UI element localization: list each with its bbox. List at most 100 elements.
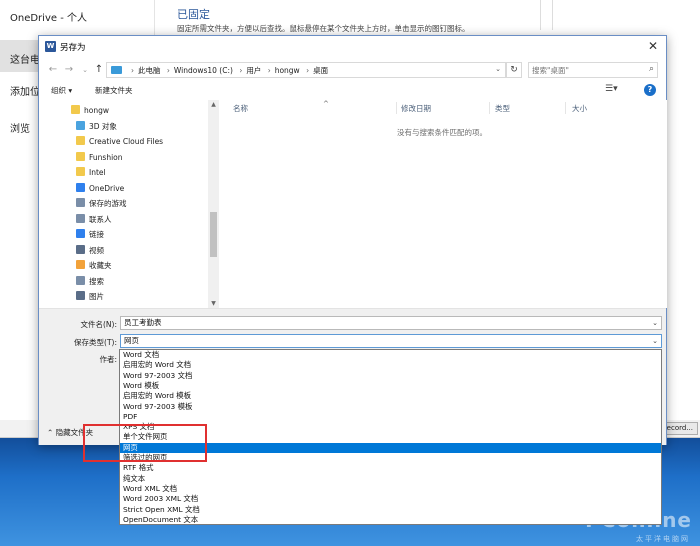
close-button[interactable]: ✕ bbox=[646, 39, 660, 53]
scrollbar-thumb[interactable] bbox=[210, 212, 217, 257]
recent-locations-button[interactable]: ⌄ bbox=[79, 63, 91, 77]
divider bbox=[540, 0, 541, 30]
author-label: 作者: bbox=[99, 355, 117, 364]
dialog-titlebar[interactable]: W 另存为 ✕ bbox=[39, 36, 666, 58]
scroll-down-icon[interactable]: ▼ bbox=[209, 300, 218, 307]
filetype-option[interactable]: PDF bbox=[120, 412, 661, 422]
nav-scrollbar[interactable]: ▲ ▼ bbox=[208, 100, 219, 308]
new-folder-button[interactable]: 新建文件夹 bbox=[95, 85, 133, 96]
nav-item-label: Intel bbox=[89, 168, 106, 177]
arrow-left-icon: ← bbox=[48, 64, 58, 75]
refresh-button[interactable]: ↻ bbox=[506, 62, 522, 78]
filetype-option[interactable]: 筛选过的网页 bbox=[120, 453, 661, 463]
filetype-option[interactable]: 启用宏的 Word 文档 bbox=[120, 360, 661, 370]
breadcrumb-users[interactable]: 用户 bbox=[246, 66, 261, 75]
breadcrumb-drive[interactable]: Windows10 (C:) bbox=[174, 66, 233, 75]
nav-item[interactable]: 搜索 bbox=[76, 275, 104, 290]
backstage-this-pc[interactable]: 这台电 bbox=[10, 51, 40, 66]
watermark-subtitle: 太平洋电脑网 bbox=[636, 535, 690, 543]
back-button[interactable]: ← bbox=[47, 63, 59, 77]
filename-label: 文件名(N): bbox=[80, 320, 118, 329]
folder-icon bbox=[76, 291, 85, 300]
empty-message: 没有与搜索条件匹配的项。 bbox=[397, 128, 487, 137]
filetype-option[interactable]: OpenDocument 文本 bbox=[120, 515, 661, 525]
filetype-option[interactable]: Word 文档 bbox=[120, 350, 661, 360]
nav-item-label: Funshion bbox=[89, 152, 123, 162]
breadcrumb-user[interactable]: hongw bbox=[275, 66, 300, 75]
filetype-option[interactable]: Word 97-2003 模板 bbox=[120, 402, 661, 412]
filetype-select[interactable]: 网页 ⌄ bbox=[120, 334, 662, 348]
nav-item[interactable]: 保存的游戏 bbox=[76, 198, 127, 212]
nav-item[interactable]: 收藏夹 bbox=[76, 260, 112, 274]
folder-icon bbox=[76, 151, 85, 161]
hide-folders-button[interactable]: ⌃ 隐藏文件夹 bbox=[47, 427, 93, 438]
filetype-option[interactable]: Word 97-2003 文档 bbox=[120, 371, 661, 381]
filetype-option[interactable]: 纯文本 bbox=[120, 474, 661, 484]
filetype-value: 网页 bbox=[124, 336, 139, 345]
navigation-pane: hongw 3D 对象 Creative Cloud Files Funshion In… bbox=[39, 100, 219, 308]
nav-item[interactable]: 3D 对象 bbox=[76, 120, 117, 135]
chevron-down-icon[interactable]: ⌄ bbox=[652, 317, 658, 329]
address-bar-row: ← → ⌄ ↑ › 此电脑 › Windows10 (C:) › 用户 › hongw … bbox=[39, 60, 666, 80]
column-type[interactable]: 类型 bbox=[495, 103, 510, 114]
chevron-down-icon[interactable]: ⌄ bbox=[495, 65, 501, 73]
column-divider bbox=[489, 102, 490, 114]
nav-item-label: 保存的游戏 bbox=[89, 199, 127, 208]
column-name[interactable]: 名称 ^ bbox=[233, 100, 329, 114]
help-icon[interactable]: ? bbox=[644, 84, 656, 96]
nav-item[interactable]: 链接 bbox=[76, 229, 104, 243]
nav-item-label: OneDrive bbox=[89, 183, 125, 193]
filetype-option[interactable]: 网页 bbox=[120, 442, 661, 454]
column-modified[interactable]: 修改日期 bbox=[401, 103, 431, 114]
filetype-option[interactable]: XPS 文档 bbox=[120, 422, 661, 432]
filename-field[interactable]: 员工考勤表 ⌄ bbox=[120, 316, 662, 330]
folder-icon bbox=[71, 105, 80, 114]
backstage-onedrive[interactable]: OneDrive - 个人 bbox=[10, 9, 87, 24]
search-box[interactable]: ⌕ bbox=[528, 62, 658, 78]
nav-item[interactable]: 联系人 bbox=[76, 213, 112, 228]
folder-icon bbox=[76, 275, 85, 285]
nav-item[interactable]: 视频 bbox=[76, 244, 104, 259]
nav-item[interactable]: 图片 bbox=[76, 291, 104, 305]
nav-item[interactable]: hongw bbox=[71, 105, 109, 119]
folder-icon bbox=[76, 213, 85, 223]
search-input[interactable] bbox=[532, 64, 640, 76]
breadcrumb-this-pc[interactable]: 此电脑 bbox=[138, 66, 161, 75]
breadcrumb-desktop[interactable]: 桌面 bbox=[313, 66, 328, 75]
filetype-option[interactable]: Word XML 文档 bbox=[120, 484, 661, 494]
filetype-option[interactable]: 启用宏的 Word 模板 bbox=[120, 391, 661, 401]
backstage-browse[interactable]: 浏览 bbox=[10, 120, 30, 135]
up-button[interactable]: ↑ bbox=[93, 63, 105, 77]
folder-icon bbox=[76, 244, 85, 254]
filetype-option[interactable]: Word 模板 bbox=[120, 381, 661, 391]
forward-button[interactable]: → bbox=[63, 63, 75, 77]
nav-item[interactable]: Creative Cloud Files bbox=[76, 136, 163, 150]
filetype-label: 保存类型(T): bbox=[74, 338, 117, 347]
breadcrumb-separator: › bbox=[267, 66, 271, 75]
breadcrumb-separator: › bbox=[306, 66, 310, 75]
organize-button[interactable]: 组织 ▾ bbox=[51, 85, 72, 96]
filetype-option[interactable]: Word 2003 XML 文档 bbox=[120, 494, 661, 504]
scroll-up-icon[interactable]: ▲ bbox=[209, 101, 218, 108]
nav-item[interactable]: OneDrive bbox=[76, 182, 125, 197]
column-size[interactable]: 大小 bbox=[572, 103, 587, 114]
filename-value: 员工考勤表 bbox=[124, 318, 162, 327]
chevron-up-icon: ⌃ bbox=[47, 428, 54, 437]
filetype-option[interactable]: Strict Open XML 文档 bbox=[120, 505, 661, 515]
column-divider bbox=[396, 102, 397, 114]
nav-item-label: 收藏夹 bbox=[89, 261, 112, 270]
filetype-option[interactable]: RTF 格式 bbox=[120, 463, 661, 473]
nav-item[interactable]: Funshion bbox=[76, 151, 123, 166]
chevron-down-icon[interactable]: ⌄ bbox=[652, 335, 658, 347]
breadcrumb-separator: › bbox=[166, 66, 170, 75]
view-options-icon[interactable]: ☰▾ bbox=[605, 84, 618, 94]
nav-item[interactable]: Intel bbox=[76, 167, 106, 181]
folder-icon bbox=[76, 120, 85, 130]
pinned-title: 已固定 bbox=[177, 8, 210, 21]
nav-item-label: 链接 bbox=[89, 230, 104, 239]
arrow-up-icon: ↑ bbox=[94, 64, 104, 75]
address-field[interactable]: › 此电脑 › Windows10 (C:) › 用户 › hongw › 桌面 ⌄ bbox=[106, 62, 506, 78]
backstage-add-place[interactable]: 添加位 bbox=[10, 83, 40, 98]
dialog-title: 另存为 bbox=[60, 43, 86, 53]
filetype-option[interactable]: 单个文件网页 bbox=[120, 432, 661, 442]
